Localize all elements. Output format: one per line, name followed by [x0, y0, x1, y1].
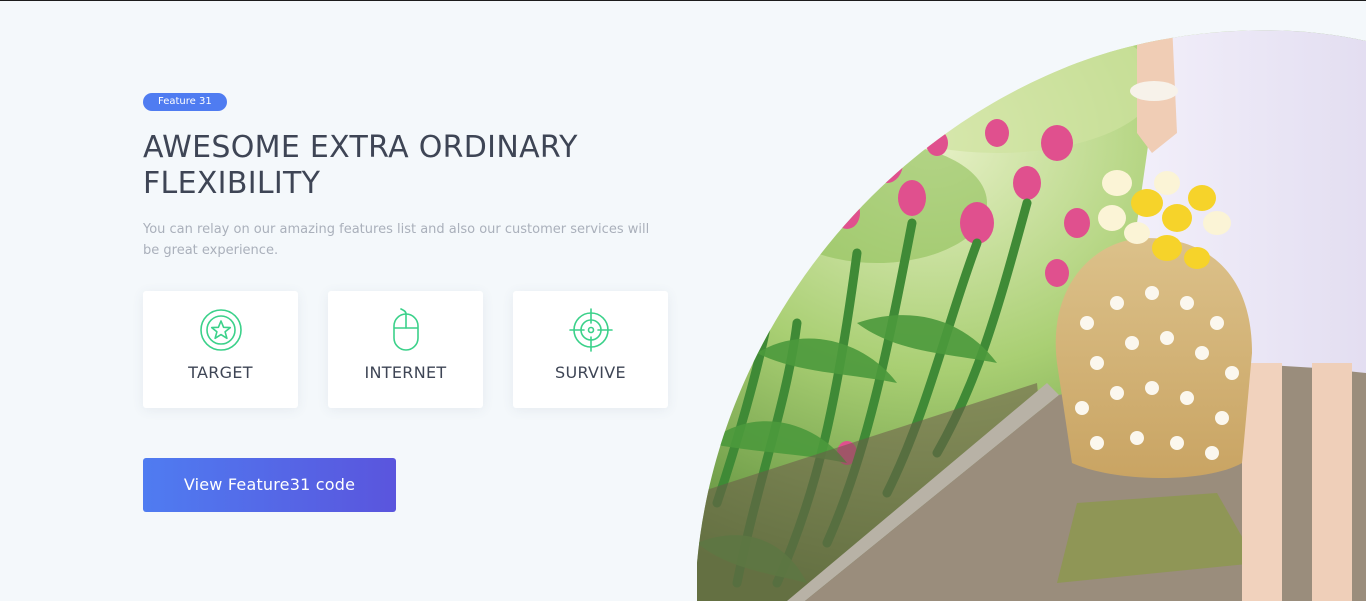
crosshair-icon — [568, 308, 613, 352]
feature-description: You can relay on our amazing features li… — [143, 222, 650, 258]
feature-label-survive: SURVIVE — [555, 363, 626, 382]
feature-badge: Feature 31 — [143, 93, 227, 111]
feature-card-internet[interactable]: INTERNET — [328, 291, 483, 408]
star-badge-icon — [199, 308, 243, 352]
feature-label-internet: INTERNET — [364, 363, 447, 382]
hero-photo — [697, 23, 1366, 601]
feature-card-survive[interactable]: SURVIVE — [513, 291, 668, 408]
view-code-button[interactable]: View Feature31 code — [143, 458, 396, 512]
page-title: AWESOME EXTRA ORDINARY FLEXIBILITY — [143, 130, 578, 201]
feature-label-target: TARGET — [188, 363, 253, 382]
top-border — [0, 0, 1366, 1]
feature-card-target[interactable]: TARGET — [143, 291, 298, 408]
mouse-icon — [384, 308, 428, 352]
